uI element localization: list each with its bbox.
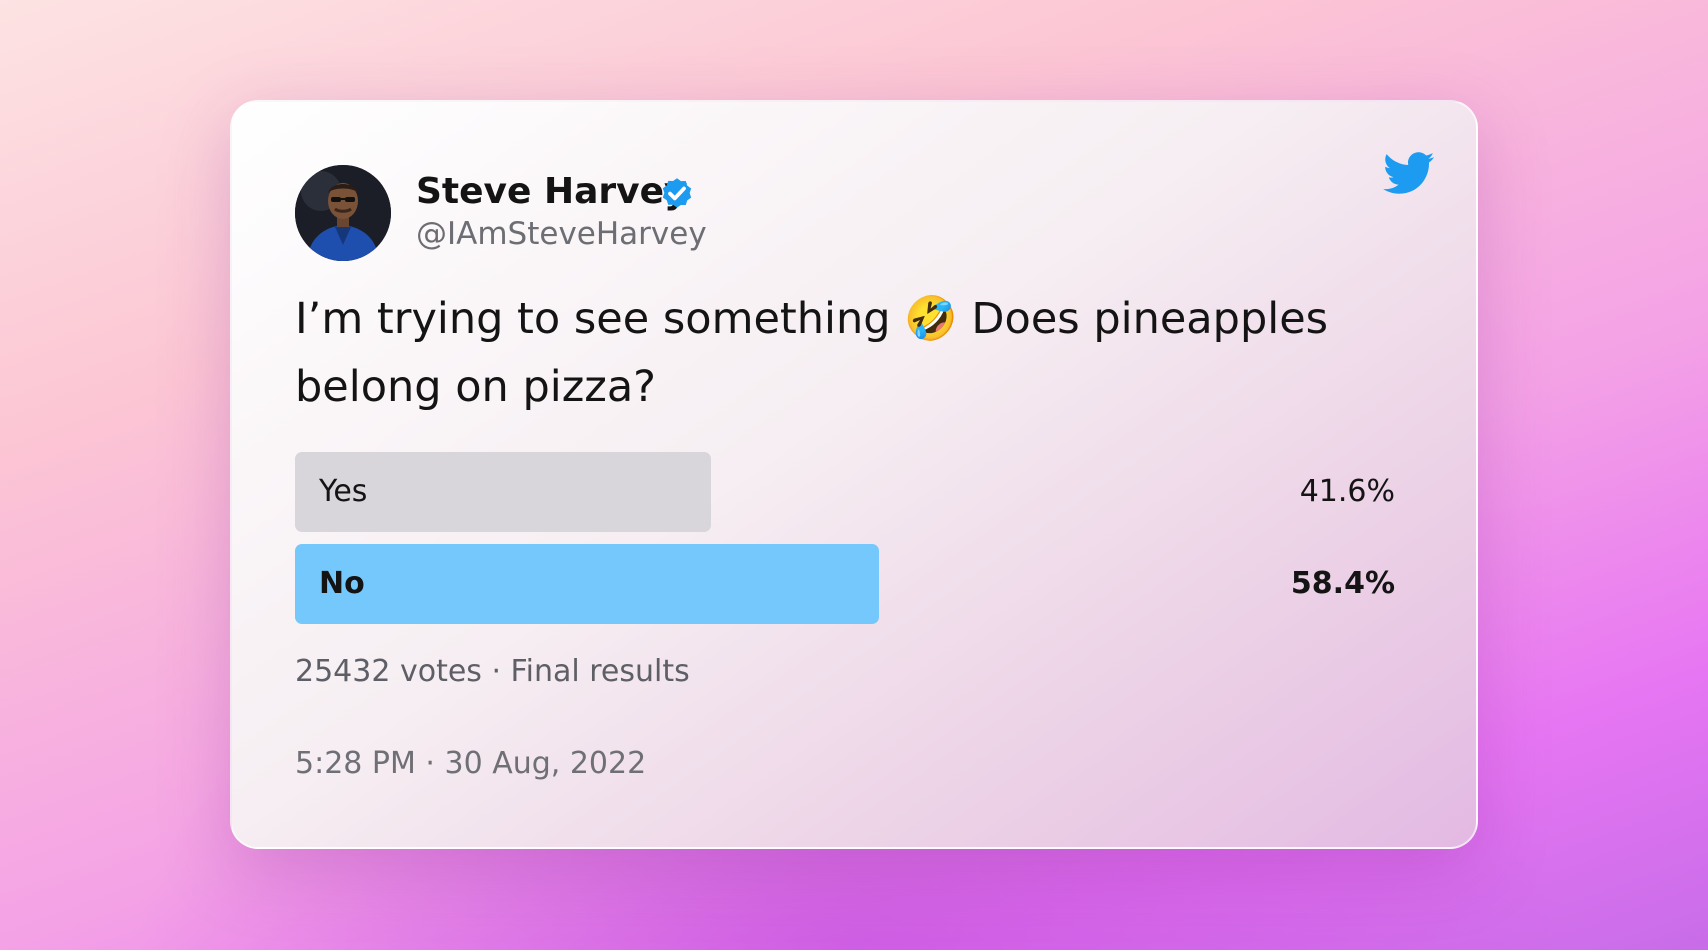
poll-option-label: Yes bbox=[319, 474, 368, 509]
poll-option-percent: 58.4% bbox=[1290, 566, 1395, 601]
author-name[interactable]: Steve Harvey bbox=[416, 170, 688, 214]
poll-option-yes: Yes 41.6% bbox=[295, 452, 1395, 532]
twitter-bird-icon[interactable] bbox=[1376, 146, 1440, 200]
poll-option-label: No bbox=[319, 566, 365, 601]
tweet-text: I’m trying to see something 🤣 Does pinea… bbox=[295, 294, 1329, 412]
tweet-card: Steve Harvey @IAmSteveHarvey I’m trying … bbox=[230, 100, 1478, 849]
poll-bar-no bbox=[295, 544, 879, 624]
verified-check-icon bbox=[662, 178, 692, 208]
poll-option-percent: 41.6% bbox=[1299, 474, 1395, 509]
poll-option-no: No 58.4% bbox=[295, 544, 1395, 624]
poll-summary: 25432 votes · Final results bbox=[295, 654, 690, 689]
tweet-timestamp[interactable]: 5:28 PM · 30 Aug, 2022 bbox=[295, 742, 646, 786]
avatar[interactable] bbox=[295, 165, 391, 261]
author-handle[interactable]: @IAmSteveHarvey bbox=[416, 214, 707, 254]
